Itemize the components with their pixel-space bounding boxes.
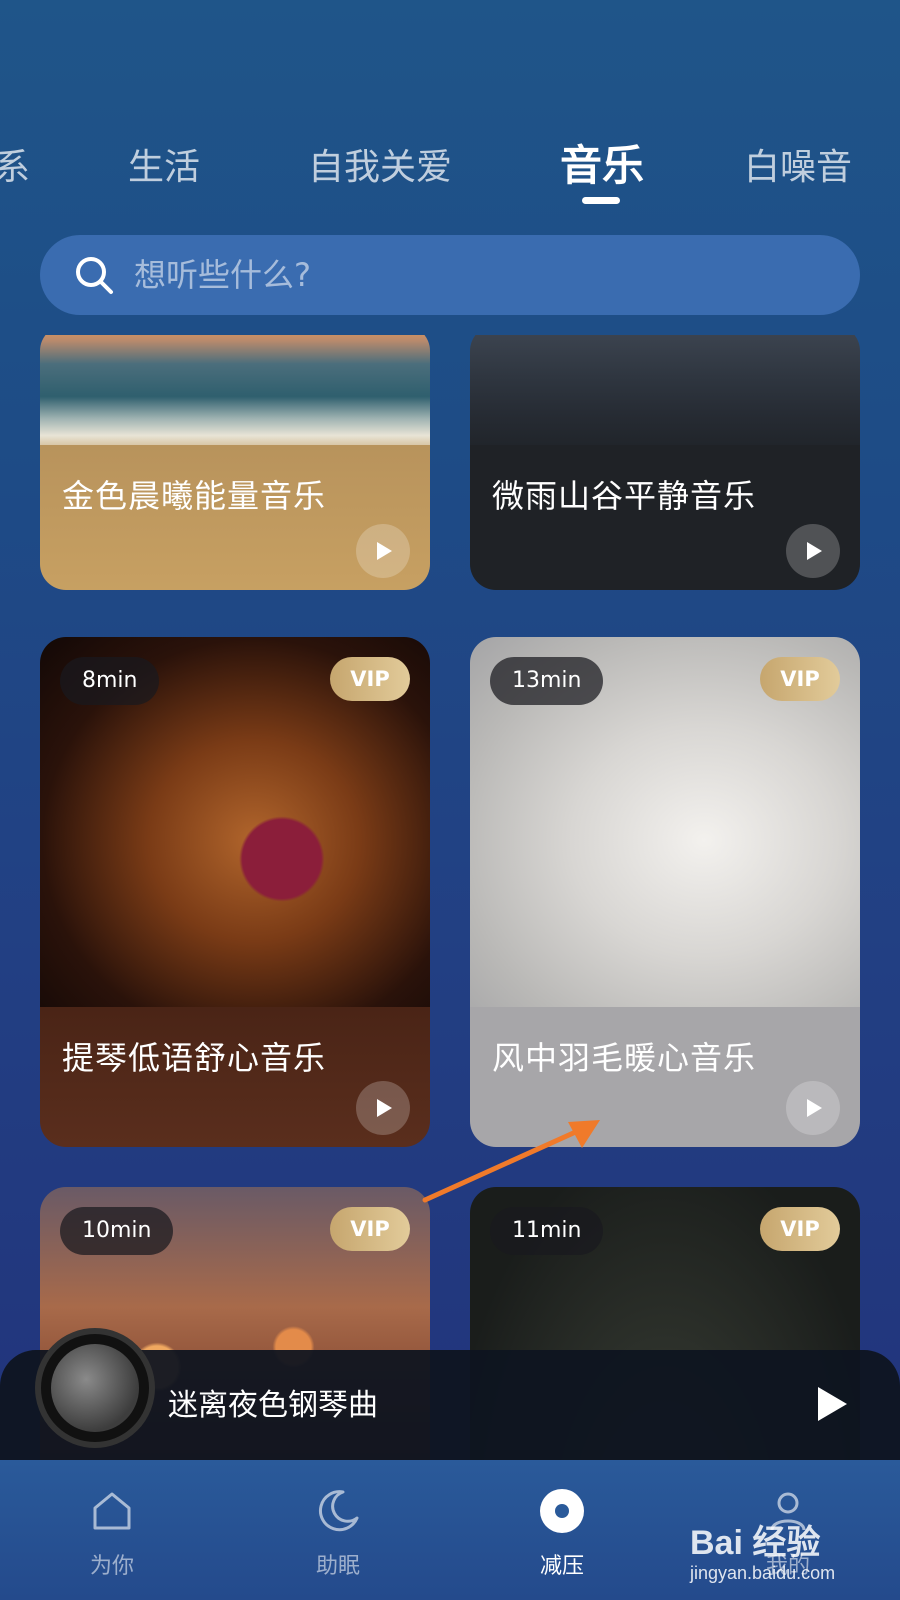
active-tab-indicator xyxy=(582,197,620,204)
tab-life[interactable]: 生活 xyxy=(128,138,200,190)
play-icon xyxy=(377,542,392,560)
tab-self-care[interactable]: 自我关爱 xyxy=(308,138,452,190)
tab-music[interactable]: 音乐 xyxy=(560,132,644,193)
card-image xyxy=(470,335,860,455)
play-icon xyxy=(377,1099,392,1117)
nav-label: 为你 xyxy=(89,1554,134,1579)
music-card[interactable]: 微雨山谷平静音乐 xyxy=(470,335,860,590)
watermark-url: jingyan.baidu.com xyxy=(690,1563,836,1583)
card-info: 风中羽毛暖心音乐 xyxy=(470,1007,860,1147)
vip-badge: VIP xyxy=(760,657,840,701)
now-playing-title: 迷离夜色钢琴曲 xyxy=(168,1388,378,1423)
home-icon xyxy=(93,1492,131,1530)
card-info: 微雨山谷平静音乐 xyxy=(470,445,860,590)
card-title: 微雨山谷平静音乐 xyxy=(492,477,757,515)
category-tabs: 系 生活 自我关爱 音乐 白噪音 xyxy=(0,120,900,210)
search-bar[interactable] xyxy=(40,235,860,315)
card-image xyxy=(40,335,430,455)
nav-relax[interactable]: 减压 xyxy=(502,1486,622,1580)
duration-badge: 8min xyxy=(60,657,160,705)
play-button[interactable] xyxy=(356,1081,410,1135)
play-button[interactable] xyxy=(786,1081,840,1135)
card-title: 金色晨曦能量音乐 xyxy=(62,477,327,515)
card-title: 风中羽毛暖心音乐 xyxy=(492,1039,757,1077)
music-card[interactable]: 8min VIP 提琴低语舒心音乐 xyxy=(40,637,430,1147)
card-info: 金色晨曦能量音乐 xyxy=(40,445,430,590)
vip-badge: VIP xyxy=(760,1207,840,1251)
duration-badge: 11min xyxy=(490,1207,604,1255)
duration-badge: 10min xyxy=(60,1207,174,1255)
card-info: 提琴低语舒心音乐 xyxy=(40,1007,430,1147)
play-button[interactable] xyxy=(356,524,410,578)
music-grid: 金色晨曦能量音乐 微雨山谷平静音乐 8min VIP 提琴低语舒心音乐 13mi… xyxy=(0,335,900,1463)
moon-icon xyxy=(319,1490,359,1532)
play-icon[interactable] xyxy=(814,1384,850,1424)
nav-label: 减压 xyxy=(539,1554,584,1579)
search-input[interactable] xyxy=(134,256,860,294)
disc-icon xyxy=(540,1489,584,1533)
duration-badge: 13min xyxy=(490,657,604,705)
nav-sleep[interactable]: 助眠 xyxy=(278,1486,398,1580)
tab-relations[interactable]: 系 xyxy=(0,138,30,190)
card-title: 提琴低语舒心音乐 xyxy=(62,1039,327,1077)
baidu-jingyan-watermark: Bai 经验 jingyan.baidu.com xyxy=(680,1515,880,1595)
vip-badge: VIP xyxy=(330,1207,410,1251)
album-disc xyxy=(35,1328,155,1448)
tab-white-noise[interactable]: 白噪音 xyxy=(744,138,852,190)
status-bar xyxy=(0,0,900,10)
music-card[interactable]: 13min VIP 风中羽毛暖心音乐 xyxy=(470,637,860,1147)
search-icon xyxy=(76,257,113,294)
nav-for-you[interactable]: 为你 xyxy=(52,1486,172,1580)
watermark-logo: Bai 经验 xyxy=(690,1524,821,1562)
play-icon xyxy=(807,1099,822,1117)
vip-badge: VIP xyxy=(330,657,410,701)
music-card[interactable]: 金色晨曦能量音乐 xyxy=(40,335,430,590)
play-button[interactable] xyxy=(786,524,840,578)
mini-player[interactable]: 迷离夜色钢琴曲 xyxy=(0,1328,900,1460)
nav-label: 助眠 xyxy=(315,1554,360,1579)
play-icon xyxy=(807,542,822,560)
